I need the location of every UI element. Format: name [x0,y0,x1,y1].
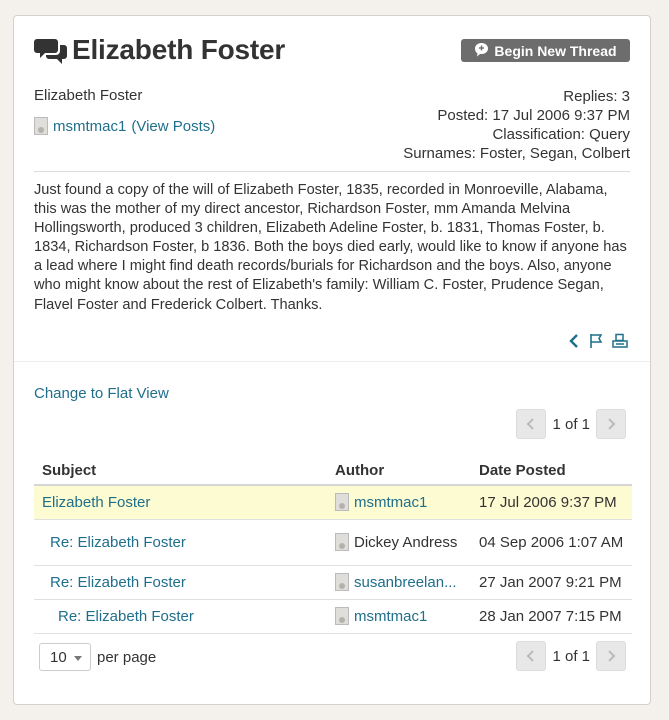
posted-date: Posted: 17 Jul 2006 9:37 PM [437,107,630,124]
page-title: Elizabeth Foster [72,34,286,65]
page-indicator: 1 of 1 [552,647,590,665]
table-row[interactable]: Re: Elizabeth Foster susanbreelan... 27 … [34,565,632,600]
post-name: Elizabeth Foster [34,87,143,104]
thread-author-link[interactable]: msmtmac1 [354,608,427,625]
surnames: Surnames: Foster, Segan, Colbert [403,145,630,162]
avatar [34,117,48,135]
avatar [335,493,349,512]
bottom-pager: 1 of 1 [516,641,626,671]
thread-subject-link[interactable]: Re: Elizabeth Foster [58,608,194,625]
post-actions [568,333,628,354]
thread-date: 28 Jan 2007 7:15 PM [471,599,632,634]
thread-card: Elizabeth Foster Begin New Thread Elizab… [13,15,651,705]
divider [34,171,630,172]
per-page-control: 10 per page [39,643,156,671]
table-row[interactable]: Elizabeth Foster msmtmac1 17 Jul 2006 9:… [34,485,632,520]
next-page-button[interactable] [596,409,626,439]
begin-new-thread-label: Begin New Thread [494,42,617,59]
thread-subject-link[interactable]: Re: Elizabeth Foster [50,534,186,551]
thread-author-link[interactable]: susanbreelan... [354,574,457,591]
flag-icon[interactable] [589,333,603,354]
begin-new-thread-button[interactable]: Begin New Thread [461,39,630,62]
per-page-value: 10 [50,648,67,666]
thread-subject-link[interactable]: Elizabeth Foster [42,494,150,511]
thread-author-link[interactable]: msmtmac1 [354,494,427,511]
back-icon[interactable] [568,333,580,354]
title-row: Elizabeth Foster [34,34,285,66]
post-meta: Replies: 3 Posted: 17 Jul 2006 9:37 PM C… [403,87,630,163]
per-page-label: per page [97,648,157,666]
avatar [335,607,349,625]
replies-count: Replies: 3 [563,88,630,105]
column-subject: Subject [34,456,327,486]
post-author: msmtmac1 (View Posts) [34,117,215,135]
thread-date: 17 Jul 2006 9:37 PM [471,485,632,520]
flat-view-link[interactable]: Change to Flat View [34,385,169,402]
thread-subject-link[interactable]: Re: Elizabeth Foster [50,574,186,591]
per-page-select[interactable]: 10 [39,643,91,671]
table-row[interactable]: Re: Elizabeth Foster msmtmac1 28 Jan 200… [34,599,632,634]
thread-date: 04 Sep 2006 1:07 AM [471,519,632,566]
page-indicator: 1 of 1 [552,415,590,433]
thread-table: Subject Author Date Posted Elizabeth Fos… [34,456,632,634]
table-row[interactable]: Re: Elizabeth Foster Dickey Andress 04 S… [34,519,632,566]
table-header: Subject Author Date Posted [34,456,632,486]
prev-page-button[interactable] [516,409,547,439]
top-pager: 1 of 1 [516,409,626,439]
view-posts-link[interactable]: (View Posts) [131,118,215,135]
column-date: Date Posted [471,456,632,486]
speech-bubble-icon [474,42,489,60]
print-icon[interactable] [612,333,628,354]
classification: Classification: Query [492,126,630,143]
chevron-down-icon [74,656,82,661]
next-page-button[interactable] [596,641,626,671]
column-author: Author [327,456,471,486]
avatar [335,533,349,551]
prev-page-button[interactable] [516,641,547,671]
thread-date: 27 Jan 2007 9:21 PM [471,565,632,600]
author-link[interactable]: msmtmac1 [53,118,126,135]
section-divider [14,361,650,362]
avatar [335,573,349,591]
conversation-icon [34,36,68,64]
post-body: Just found a copy of the will of Elizabe… [34,182,627,313]
thread-author: Dickey Andress [354,533,458,551]
